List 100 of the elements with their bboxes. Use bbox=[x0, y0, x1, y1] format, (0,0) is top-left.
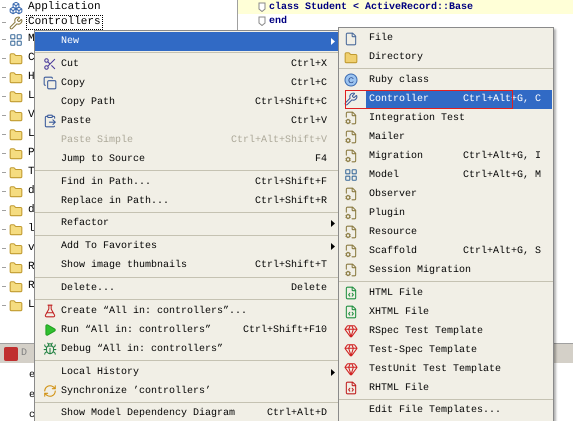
wrench-icon bbox=[344, 92, 358, 106]
menu-item[interactable]: Session Migration bbox=[366, 260, 552, 280]
folder-icon bbox=[9, 242, 23, 256]
menu-item[interactable]: Resource bbox=[366, 222, 552, 242]
menu-item[interactable]: Local History bbox=[35, 362, 339, 382]
menu-item[interactable]: XHTML File bbox=[366, 302, 552, 322]
model-icon bbox=[9, 32, 23, 46]
folder-icon bbox=[9, 128, 23, 142]
tree-item[interactable]: L bbox=[26, 298, 37, 313]
folder-icon bbox=[344, 50, 358, 64]
gem-icon bbox=[344, 362, 358, 376]
html-file-icon bbox=[344, 381, 358, 396]
file-gear-icon bbox=[344, 225, 358, 240]
model-icon bbox=[344, 168, 358, 182]
tree-item[interactable]: R bbox=[26, 279, 37, 294]
menu-item[interactable]: Test-Spec Template bbox=[366, 340, 552, 360]
html-file-icon bbox=[344, 286, 358, 300]
tree-item[interactable]: L bbox=[26, 89, 37, 104]
submenu-arrow-icon bbox=[331, 243, 335, 250]
menu-item[interactable]: HTML File bbox=[366, 284, 552, 303]
menu-item[interactable]: Add To Favorites bbox=[35, 237, 339, 256]
menu-item[interactable]: Paste Ctrl+V bbox=[35, 112, 339, 131]
menu-item[interactable]: RHTML File bbox=[366, 378, 552, 398]
menu-item[interactable]: Find in Path... Ctrl+Shift+F bbox=[35, 172, 339, 192]
menu-item[interactable]: RSpec Test Template bbox=[366, 322, 552, 341]
file-gear-icon bbox=[344, 263, 358, 278]
html-file-icon bbox=[344, 305, 358, 320]
submenu-arrow-icon bbox=[331, 220, 335, 228]
menu-item[interactable]: Integration Test bbox=[366, 108, 552, 128]
folder-icon bbox=[9, 184, 23, 198]
menu-item[interactable]: TestUnit Test Template bbox=[366, 360, 552, 379]
folder-icon bbox=[9, 146, 23, 160]
tree-item[interactable]: L bbox=[26, 127, 37, 142]
tree-item[interactable]: d bbox=[26, 184, 37, 199]
tree-item[interactable]: M bbox=[26, 32, 37, 47]
file-icon bbox=[344, 32, 358, 46]
console-text: c bbox=[29, 408, 36, 421]
file-gear-icon bbox=[344, 130, 358, 144]
menu-item[interactable]: Edit File Templates... bbox=[366, 401, 552, 420]
menu-item[interactable]: File bbox=[366, 29, 552, 48]
scissors-icon bbox=[43, 57, 57, 72]
folder-icon bbox=[9, 166, 23, 180]
menu-item[interactable]: Cut Ctrl+X bbox=[35, 54, 339, 74]
copy-icon bbox=[43, 76, 57, 90]
fold-marker-icon[interactable] bbox=[258, 16, 266, 26]
gem-icon bbox=[344, 343, 358, 358]
menu-item[interactable]: Observer bbox=[366, 184, 552, 204]
tree-item[interactable]: Application bbox=[26, 0, 103, 15]
menu-item[interactable]: Debug “All in: controllers” bbox=[35, 340, 339, 359]
menu-item[interactable]: Show Model Dependency Diagram Ctrl+Alt+D bbox=[35, 404, 339, 421]
menu-item[interactable]: Scaffold Ctrl+Alt+G, S bbox=[366, 242, 552, 261]
tree-item[interactable]: V bbox=[26, 108, 37, 123]
menu-item[interactable]: Mailer bbox=[366, 128, 552, 147]
bug-icon bbox=[43, 342, 57, 356]
class-c-icon: C bbox=[344, 73, 358, 88]
menu-item[interactable]: Plugin bbox=[366, 204, 552, 223]
menu-item[interactable]: Migration Ctrl+Alt+G, I bbox=[366, 146, 552, 166]
console-text: e bbox=[29, 388, 36, 402]
tree-item[interactable]: R bbox=[26, 260, 37, 275]
console-text: e bbox=[29, 368, 36, 382]
menu-item[interactable]: Jump to Source F4 bbox=[35, 150, 339, 169]
menu-item[interactable]: New bbox=[35, 32, 339, 51]
menu-item[interactable]: Synchronize ’controllers’ bbox=[35, 382, 339, 401]
menu-item[interactable]: Directory bbox=[366, 48, 552, 67]
folder-icon bbox=[9, 280, 23, 294]
file-gear-icon bbox=[344, 206, 358, 220]
menu-item[interactable]: Copy Path Ctrl+Shift+C bbox=[35, 92, 339, 112]
panel-tab-icon bbox=[4, 346, 18, 360]
tree-item[interactable]: T bbox=[26, 165, 37, 180]
file-gear-icon bbox=[344, 244, 358, 258]
submenu-arrow-icon bbox=[331, 38, 335, 45]
file-gear-icon bbox=[344, 187, 358, 202]
tree-item[interactable]: v bbox=[26, 241, 37, 256]
menu-item[interactable]: Show image thumbnails Ctrl+Shift+T bbox=[35, 256, 339, 276]
code-line: class Student < ActiveRecord::Base bbox=[269, 0, 474, 14]
folder-icon bbox=[9, 108, 23, 122]
file-gear-icon bbox=[344, 149, 358, 164]
cubes-icon bbox=[9, 0, 23, 14]
tree-item[interactable]: l bbox=[26, 222, 37, 237]
submenu-arrow-icon bbox=[331, 368, 335, 376]
menu-item[interactable]: Delete... Delete bbox=[35, 278, 339, 298]
tree-item[interactable]: P bbox=[26, 146, 37, 161]
tree-item[interactable]: C bbox=[26, 51, 37, 66]
folder-icon bbox=[9, 52, 23, 66]
folder-icon bbox=[9, 90, 23, 104]
folder-icon bbox=[9, 298, 23, 312]
folder-icon bbox=[9, 222, 23, 236]
menu-item[interactable]: Refactor bbox=[35, 214, 339, 234]
menu-item[interactable]: Ruby class bbox=[366, 70, 552, 90]
menu-item[interactable]: Model Ctrl+Alt+G, M bbox=[366, 166, 552, 185]
tree-item[interactable]: d bbox=[26, 203, 37, 218]
menu-item[interactable]: Create “All in: controllers”... bbox=[35, 302, 339, 321]
play-icon bbox=[43, 323, 57, 338]
menu-item[interactable]: Copy Ctrl+C bbox=[35, 74, 339, 93]
fold-marker-icon[interactable] bbox=[258, 2, 266, 12]
sync-icon bbox=[43, 384, 57, 398]
tree-item[interactable]: H bbox=[26, 70, 37, 85]
file-gear-icon bbox=[344, 111, 358, 126]
menu-item[interactable]: Replace in Path... Ctrl+Shift+R bbox=[35, 192, 339, 211]
menu-item[interactable]: Run “All in: controllers” Ctrl+Shift+F10 bbox=[35, 320, 339, 340]
